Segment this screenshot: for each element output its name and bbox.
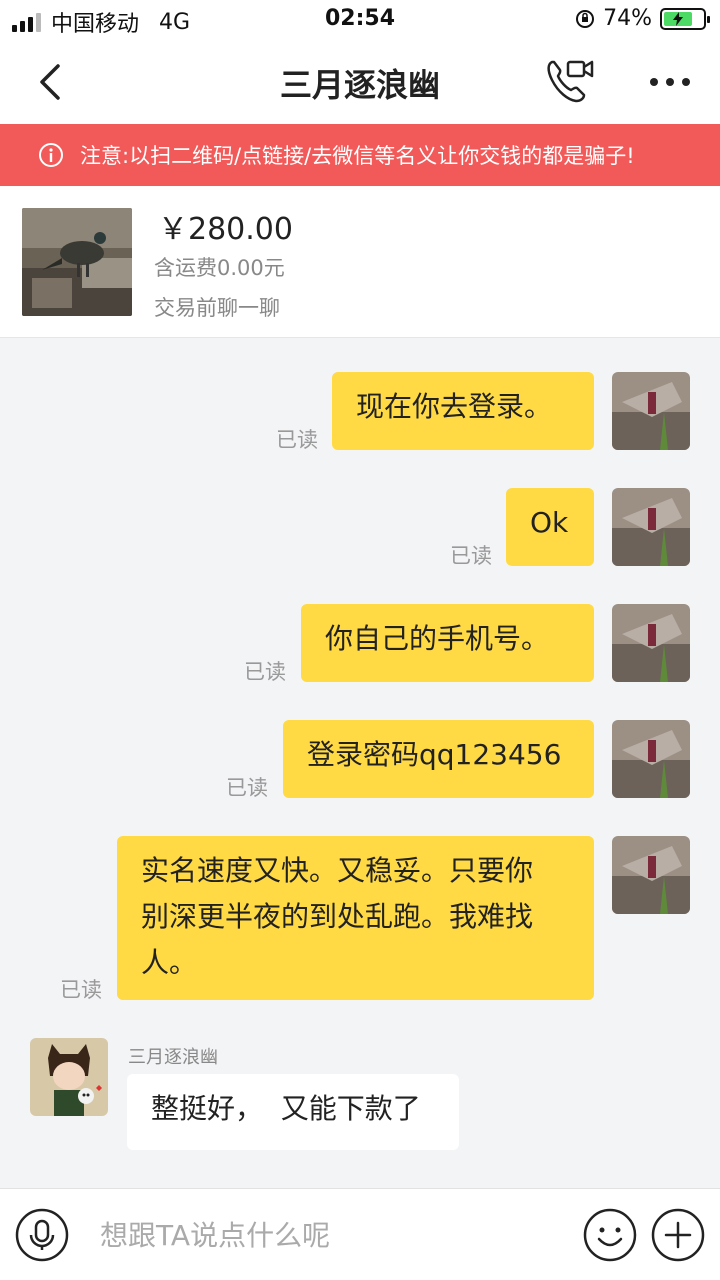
plus-icon[interactable] bbox=[650, 1207, 706, 1263]
read-status: 已读 bbox=[226, 776, 268, 800]
avatar-self[interactable] bbox=[612, 488, 690, 566]
message-text-line: 人。 bbox=[141, 946, 198, 979]
warning-text: 注意:以扫二维码/点链接/去微信等名义让你交钱的都是骗子! bbox=[80, 144, 635, 168]
avatar-self[interactable] bbox=[612, 372, 690, 450]
read-status: 已读 bbox=[244, 660, 286, 684]
message-bubble-other[interactable]: 整挺好， 又能下款了 bbox=[127, 1074, 459, 1150]
message-text: Ok bbox=[530, 506, 569, 539]
read-status: 已读 bbox=[276, 428, 318, 452]
microphone-icon[interactable] bbox=[14, 1207, 70, 1263]
more-dots-icon[interactable] bbox=[646, 60, 694, 104]
message-bubble-self[interactable]: 实名速度又快。又稳妥。只要你 别深更半夜的到处乱跑。我难找 人。 bbox=[117, 836, 594, 1000]
message-bubble-self[interactable]: Ok bbox=[506, 488, 594, 566]
message-text-line: 实名速度又快。又稳妥。只要你 bbox=[141, 854, 534, 887]
smiley-icon[interactable] bbox=[582, 1207, 638, 1263]
message-bubble-self[interactable]: 登录密码qq123456 bbox=[283, 720, 594, 798]
message-bubble-self[interactable]: 你自己的手机号。 bbox=[301, 604, 594, 682]
avatar-self[interactable] bbox=[612, 836, 690, 914]
message-text: 登录密码qq123456 bbox=[307, 738, 562, 771]
info-icon bbox=[39, 143, 63, 167]
message-text: 你自己的手机号。 bbox=[325, 622, 550, 655]
product-note: 交易前聊一聊 bbox=[154, 296, 280, 320]
read-status: 已读 bbox=[450, 544, 492, 568]
page-title: 三月逐浪幽 bbox=[279, 66, 440, 104]
video-phone-icon[interactable] bbox=[544, 56, 596, 106]
read-status: 已读 bbox=[60, 978, 102, 1002]
orientation-lock-icon bbox=[576, 9, 595, 28]
avatar-other[interactable] bbox=[30, 1038, 108, 1116]
avatar-self[interactable] bbox=[612, 720, 690, 798]
status-bar: 中国移动 4G 02:54 74% bbox=[0, 0, 720, 40]
message-text: 整挺好， 又能下款了 bbox=[151, 1092, 421, 1125]
sender-name: 三月逐浪幽 bbox=[128, 1047, 218, 1068]
input-bar bbox=[0, 1188, 720, 1280]
product-image[interactable] bbox=[22, 208, 132, 316]
shipping-fee: 含运费0.00元 bbox=[154, 256, 285, 280]
avatar-self[interactable] bbox=[612, 604, 690, 682]
product-card[interactable]: ￥280.00 含运费0.00元 交易前聊一聊 bbox=[0, 186, 720, 338]
product-price: ￥280.00 bbox=[158, 212, 293, 247]
nav-bar: 三月逐浪幽 bbox=[0, 40, 720, 124]
status-right: 74% bbox=[575, 6, 710, 31]
battery-icon bbox=[660, 7, 710, 30]
message-text-line: 别深更半夜的到处乱跑。我难找 bbox=[141, 900, 534, 933]
message-text: 现在你去登录。 bbox=[356, 390, 553, 423]
battery-percent: 74% bbox=[603, 6, 652, 31]
message-input[interactable] bbox=[100, 1211, 560, 1259]
message-bubble-self[interactable]: 现在你去登录。 bbox=[332, 372, 594, 450]
scam-warning-banner: 注意:以扫二维码/点链接/去微信等名义让你交钱的都是骗子! bbox=[0, 124, 720, 186]
